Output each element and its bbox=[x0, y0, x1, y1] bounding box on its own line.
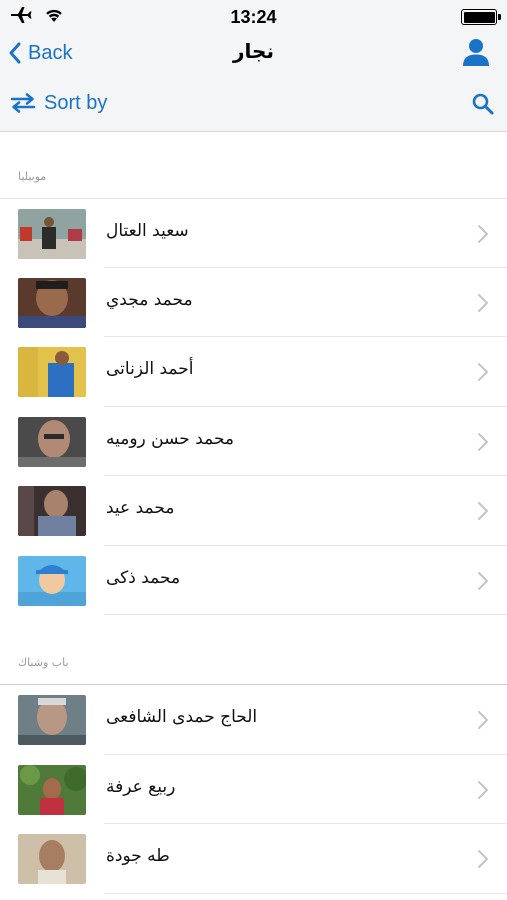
avatar-photo bbox=[18, 209, 86, 259]
back-button[interactable]: Back bbox=[8, 37, 72, 69]
battery-level bbox=[463, 11, 495, 23]
contact-name: محمد مجدي bbox=[106, 289, 193, 310]
avatar-photo bbox=[18, 486, 86, 536]
chevron-right-icon bbox=[478, 571, 488, 590]
avatar bbox=[18, 695, 86, 745]
chevron-left-icon bbox=[9, 42, 21, 64]
swap-arrows-icon bbox=[10, 93, 36, 113]
list-item[interactable]: سعيد العتال bbox=[0, 198, 507, 268]
search-button[interactable] bbox=[471, 92, 495, 116]
list-item[interactable]: أحمد الزناتى bbox=[0, 337, 507, 407]
chevron-right-icon bbox=[478, 225, 488, 243]
person-icon bbox=[463, 39, 489, 66]
avatar bbox=[18, 834, 86, 884]
avatar-photo bbox=[18, 764, 86, 815]
contact-name: أحمد الزناتى bbox=[106, 359, 194, 379]
contact-name: محمد حسن روميه bbox=[106, 428, 235, 449]
chevron-right-icon bbox=[478, 293, 488, 312]
navigation-bar: Back نجار bbox=[0, 34, 507, 74]
avatar bbox=[18, 416, 86, 467]
contact-name: طه جودة bbox=[106, 846, 170, 866]
chevron-right-icon bbox=[478, 780, 488, 799]
contact-name: محمد عيد bbox=[106, 498, 175, 518]
contacts-list[interactable]: موبيليا سعيد العتال محمد مجدي أحمد الزنا… bbox=[0, 133, 507, 900]
sort-label: Sort by bbox=[44, 91, 108, 114]
avatar bbox=[18, 486, 86, 536]
contact-name: محمد ذكى bbox=[106, 567, 181, 588]
list-item[interactable]: محمد حسن روميه bbox=[0, 407, 507, 477]
avatar bbox=[18, 347, 86, 397]
section-header: باب وشباك bbox=[0, 615, 507, 685]
status-time: 13:24 bbox=[230, 7, 277, 27]
list-item[interactable]: محمد مجدي bbox=[0, 268, 507, 338]
contact-name: ربيع عرفة bbox=[106, 776, 176, 797]
sort-button[interactable]: Sort by bbox=[10, 88, 107, 118]
contact-name: الحاج حمدى الشافعى bbox=[106, 707, 258, 727]
avatar-photo bbox=[18, 277, 86, 328]
chevron-right-icon bbox=[478, 850, 488, 868]
avatar-photo bbox=[18, 416, 86, 467]
avatar bbox=[18, 555, 86, 606]
page-title: نجار bbox=[233, 39, 274, 63]
section-header: موبيليا bbox=[0, 133, 507, 198]
chevron-right-icon bbox=[478, 363, 488, 381]
list-item[interactable]: طه جودة bbox=[0, 824, 507, 894]
list-item[interactable]: ربيع عرفة bbox=[0, 755, 507, 825]
chevron-right-icon bbox=[478, 502, 488, 520]
avatar-photo bbox=[18, 555, 86, 606]
chevron-right-icon bbox=[478, 432, 488, 451]
chevron-right-icon bbox=[478, 711, 488, 729]
avatar bbox=[18, 209, 86, 259]
contact-name: سعيد العتال bbox=[106, 221, 189, 241]
avatar-photo bbox=[18, 834, 86, 884]
profile-button[interactable] bbox=[461, 37, 491, 67]
back-label: Back bbox=[28, 41, 73, 64]
avatar bbox=[18, 764, 86, 815]
avatar bbox=[18, 277, 86, 328]
list-item[interactable]: محمد عيد bbox=[0, 476, 507, 546]
search-icon bbox=[472, 93, 494, 115]
list-item[interactable]: الحاج حمدى الشافعى bbox=[0, 685, 507, 755]
section-title: باب وشباك bbox=[18, 656, 69, 669]
list-item[interactable]: محمد ذكى bbox=[0, 546, 507, 616]
battery-icon bbox=[461, 9, 501, 25]
toolbar: Sort by bbox=[0, 74, 507, 132]
status-bar: 13:24 bbox=[0, 0, 507, 34]
section-title: موبيليا bbox=[18, 170, 47, 183]
avatar-photo bbox=[18, 695, 86, 745]
avatar-photo bbox=[18, 347, 86, 397]
